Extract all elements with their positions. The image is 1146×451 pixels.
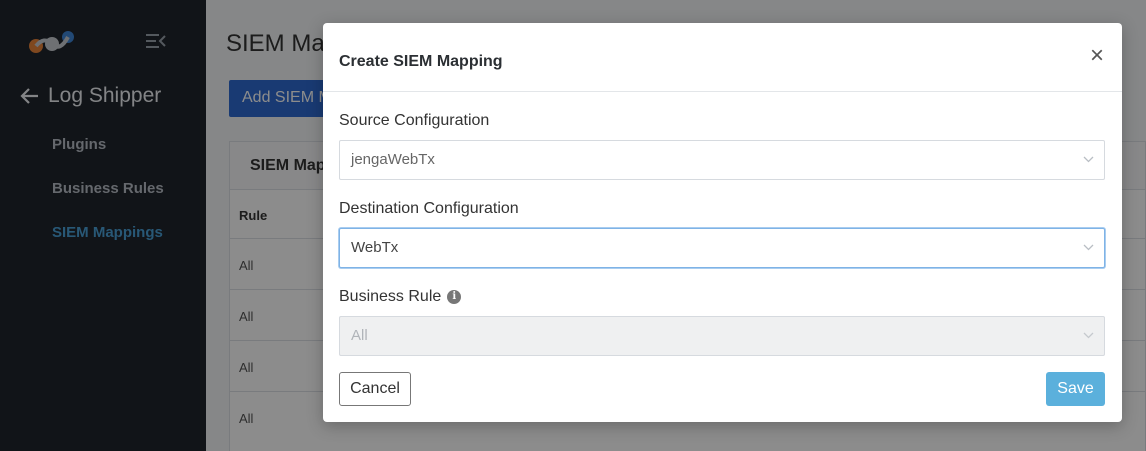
cancel-button[interactable]: Cancel xyxy=(339,372,411,406)
modal-title: Create SIEM Mapping xyxy=(339,53,503,70)
destination-configuration-select[interactable]: WebTx xyxy=(339,228,1105,268)
create-siem-mapping-modal: Create SIEM Mapping × Source Configurati… xyxy=(323,23,1122,422)
chevron-down-icon xyxy=(1083,332,1094,339)
business-rule-value: All xyxy=(351,327,368,344)
business-rule-label-row: Business Rule i xyxy=(339,288,462,306)
source-configuration-label: Source Configuration xyxy=(339,112,490,129)
source-configuration-select[interactable]: jengaWebTx xyxy=(339,140,1105,180)
chevron-down-icon xyxy=(1083,244,1094,251)
save-button[interactable]: Save xyxy=(1046,372,1105,406)
chevron-down-icon xyxy=(1083,156,1094,163)
destination-configuration-value: WebTx xyxy=(351,239,399,256)
business-rule-select: All xyxy=(339,316,1105,356)
info-icon[interactable]: i xyxy=(447,290,462,304)
destination-configuration-label: Destination Configuration xyxy=(339,200,519,217)
modal-header: Create SIEM Mapping × xyxy=(323,23,1122,92)
source-configuration-value: jengaWebTx xyxy=(351,151,435,168)
business-rule-label: Business Rule xyxy=(339,288,442,305)
close-icon[interactable]: × xyxy=(1090,44,1104,68)
